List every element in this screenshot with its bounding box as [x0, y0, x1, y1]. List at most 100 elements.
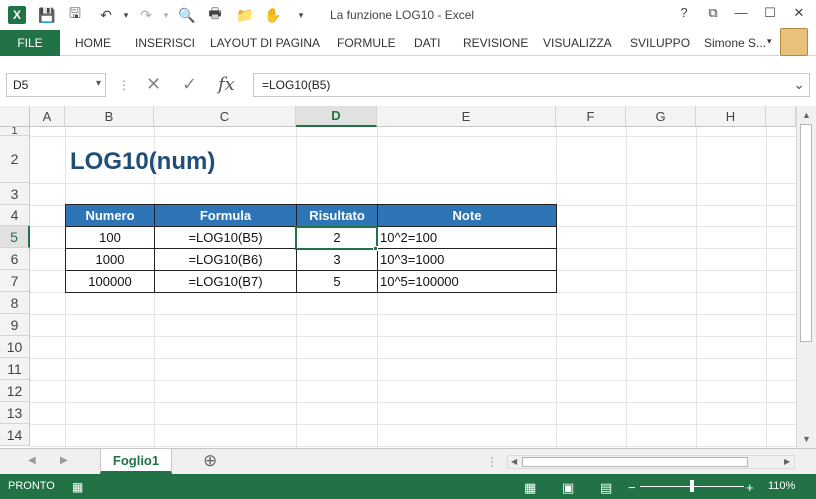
- cell-d5[interactable]: 2: [296, 226, 378, 249]
- excel-app-icon[interactable]: X: [8, 6, 26, 24]
- column-header-h[interactable]: H: [696, 106, 766, 127]
- redo-icon[interactable]: ↷: [137, 6, 155, 24]
- sheet-tab-foglio1[interactable]: Foglio1: [100, 449, 172, 474]
- expand-formula-bar-icon[interactable]: ⌄: [793, 76, 805, 93]
- help-button[interactable]: ?: [674, 5, 694, 20]
- redo-dropdown-icon[interactable]: ▾: [157, 6, 175, 24]
- row-header-7[interactable]: 7: [0, 270, 30, 292]
- column-header-f[interactable]: F: [556, 106, 626, 127]
- cell-d7[interactable]: 5: [296, 270, 378, 293]
- page-layout-view-icon[interactable]: ▣: [562, 480, 574, 496]
- touch-mode-icon[interactable]: ✋: [264, 6, 282, 24]
- confirm-entry-icon[interactable]: ✓: [182, 74, 197, 95]
- tab-sviluppo[interactable]: SVILUPPO: [630, 36, 690, 50]
- cell-c5[interactable]: =LOG10(B5): [154, 226, 297, 249]
- header-numero[interactable]: Numero: [65, 204, 155, 227]
- row-header-3[interactable]: 3: [0, 183, 30, 205]
- tab-inserisci[interactable]: INSERISCI: [135, 36, 195, 50]
- column-header-c[interactable]: C: [154, 106, 296, 127]
- tab-home[interactable]: HOME: [75, 36, 111, 50]
- previous-sheet-icon[interactable]: ◀: [28, 455, 36, 466]
- macro-record-icon[interactable]: ▦: [72, 480, 83, 494]
- worksheet-grid[interactable]: A B C D E F G H 1 2 3 4 5 6 7 8 9 10 11 …: [0, 106, 796, 448]
- page-break-view-icon[interactable]: ▤: [600, 480, 612, 496]
- header-risultato[interactable]: Risultato: [296, 204, 378, 227]
- cell-b7[interactable]: 100000: [65, 270, 155, 293]
- sheet-heading[interactable]: LOG10(num): [70, 148, 215, 176]
- row-header-5[interactable]: 5: [0, 226, 30, 248]
- row-header-2[interactable]: 2: [0, 136, 30, 183]
- save-as-icon[interactable]: 🖫: [66, 5, 84, 24]
- tab-layout-di-pagina[interactable]: LAYOUT DI PAGINA: [210, 36, 320, 50]
- header-formula[interactable]: Formula: [154, 204, 297, 227]
- zoom-out-icon[interactable]: −: [628, 480, 636, 495]
- select-all-button[interactable]: [0, 106, 30, 127]
- horizontal-scroll-thumb[interactable]: [522, 457, 748, 467]
- column-header-e[interactable]: E: [377, 106, 556, 127]
- minimize-button[interactable]: —: [731, 5, 751, 20]
- tab-revisione[interactable]: REVISIONE: [463, 36, 528, 50]
- customize-toolbar-icon[interactable]: ▾: [292, 6, 310, 24]
- add-sheet-button[interactable]: ⊕: [203, 451, 217, 471]
- tab-visualizza[interactable]: VISUALIZZA: [543, 36, 612, 50]
- scroll-left-icon[interactable]: ◀: [511, 457, 517, 466]
- row-header-1[interactable]: 1: [0, 127, 30, 136]
- column-header-partial[interactable]: [766, 106, 796, 127]
- open-icon[interactable]: 📁: [236, 6, 254, 24]
- chevron-down-icon[interactable]: ▾: [96, 78, 101, 89]
- name-box[interactable]: D5 ▾: [6, 73, 106, 97]
- undo-dropdown-icon[interactable]: ▾: [117, 6, 135, 24]
- row-header-8[interactable]: 8: [0, 292, 30, 314]
- vertical-scrollbar[interactable]: ▲ ▼: [796, 106, 816, 448]
- print-preview-icon[interactable]: 🔍: [178, 6, 196, 24]
- cell-b6[interactable]: 1000: [65, 248, 155, 271]
- column-header-a[interactable]: A: [30, 106, 65, 127]
- cell-c6[interactable]: =LOG10(B6): [154, 248, 297, 271]
- tab-dati[interactable]: DATI: [414, 36, 440, 50]
- tab-split-handle-icon[interactable]: ⋮: [486, 455, 498, 469]
- horizontal-scrollbar[interactable]: ◀ ▶: [507, 455, 795, 469]
- cell-e5[interactable]: 10^2=100: [377, 226, 557, 249]
- cell-b5[interactable]: 100: [65, 226, 155, 249]
- user-account[interactable]: Simone S...: [704, 36, 766, 50]
- user-dropdown-icon[interactable]: ▾: [767, 36, 772, 47]
- print-icon[interactable]: 🖶: [206, 5, 224, 24]
- row-header-11[interactable]: 11: [0, 358, 30, 380]
- avatar[interactable]: [780, 28, 808, 56]
- row-header-12[interactable]: 12: [0, 380, 30, 402]
- normal-view-icon[interactable]: ▦: [524, 480, 536, 496]
- next-sheet-icon[interactable]: ▶: [60, 455, 68, 466]
- tab-file[interactable]: FILE: [0, 30, 60, 56]
- close-button[interactable]: ✕: [789, 5, 809, 21]
- vertical-scroll-thumb[interactable]: [800, 124, 812, 342]
- maximize-button[interactable]: ☐: [760, 5, 780, 21]
- cell-e7[interactable]: 10^5=100000: [377, 270, 557, 293]
- cell-c7[interactable]: =LOG10(B7): [154, 270, 297, 293]
- tab-formule[interactable]: FORMULE: [337, 36, 396, 50]
- zoom-slider-handle[interactable]: [690, 480, 694, 492]
- cell-e6[interactable]: 10^3=1000: [377, 248, 557, 271]
- column-header-d[interactable]: D: [296, 106, 377, 127]
- row-header-10[interactable]: 10: [0, 336, 30, 358]
- insert-function-button[interactable]: fx: [218, 74, 235, 95]
- header-note[interactable]: Note: [377, 204, 557, 227]
- row-header-4[interactable]: 4: [0, 205, 30, 226]
- undo-icon[interactable]: ↶: [97, 6, 115, 24]
- row-header-9[interactable]: 9: [0, 314, 30, 336]
- cell-d6[interactable]: 3: [296, 248, 378, 271]
- cancel-entry-icon[interactable]: ✕: [146, 74, 161, 95]
- scroll-up-icon[interactable]: ▲: [802, 110, 811, 120]
- zoom-level[interactable]: 110%: [768, 480, 795, 492]
- ribbon-display-options-button[interactable]: ⧉: [703, 5, 723, 21]
- row-header-6[interactable]: 6: [0, 248, 30, 270]
- scroll-down-icon[interactable]: ▼: [802, 434, 811, 444]
- row-header-14[interactable]: 14: [0, 424, 30, 446]
- column-header-b[interactable]: B: [65, 106, 154, 127]
- save-icon[interactable]: 💾: [38, 6, 56, 24]
- column-header-g[interactable]: G: [626, 106, 696, 127]
- fill-handle[interactable]: [373, 246, 378, 251]
- row-header-13[interactable]: 13: [0, 402, 30, 424]
- scroll-right-icon[interactable]: ▶: [784, 457, 790, 466]
- formula-input[interactable]: =LOG10(B5) ⌄: [253, 73, 810, 97]
- zoom-in-icon[interactable]: +: [746, 480, 754, 495]
